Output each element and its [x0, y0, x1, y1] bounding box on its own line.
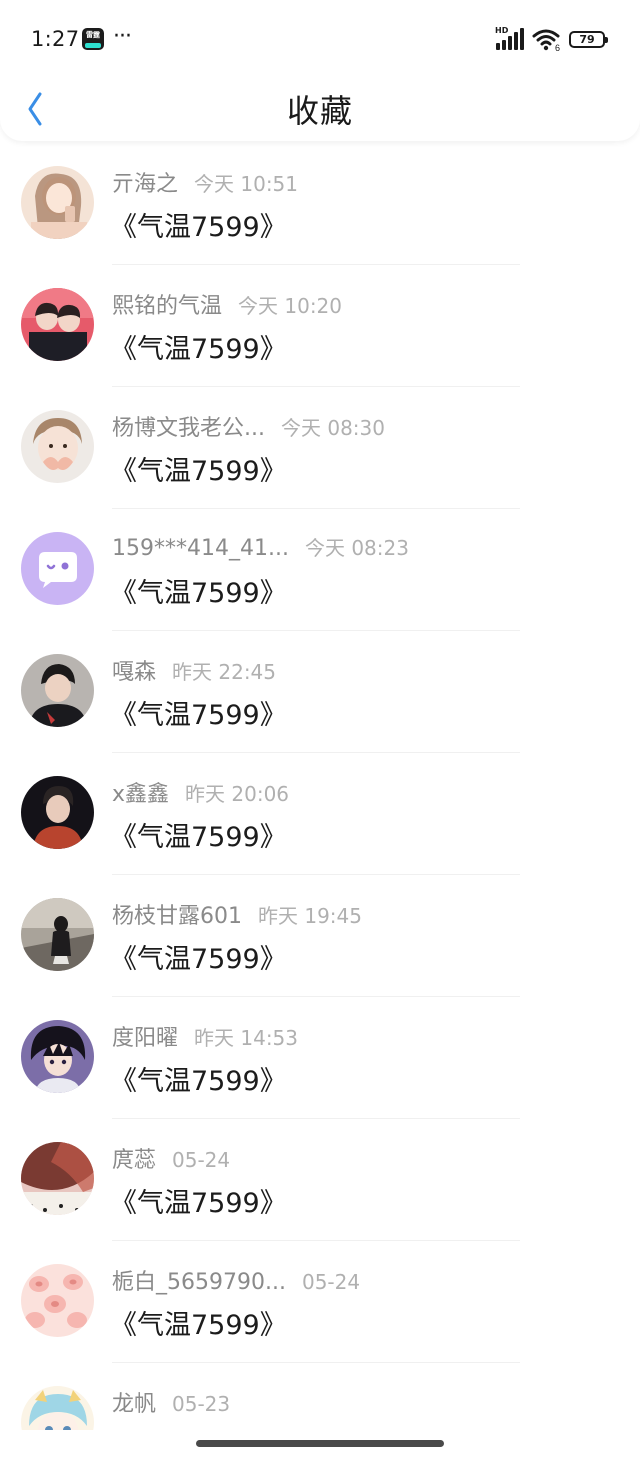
item-meta: 亓海之 今天 10:51	[112, 166, 299, 197]
avatar[interactable]	[21, 1264, 94, 1337]
list-item[interactable]: 杨博文我老公... 今天 08:30 《气温7599》	[0, 387, 640, 509]
post-time: 今天 08:23	[304, 536, 409, 560]
list-item[interactable]: 亓海之 今天 10:51 《气温7599》	[0, 143, 640, 265]
item-title[interactable]: 《气温7599》	[110, 1181, 287, 1220]
item-title[interactable]: 《气温7599》	[110, 327, 287, 366]
list-item[interactable]: 庹蕊 05-24 《气温7599》	[0, 1119, 640, 1241]
app-notification-icon: 雷霆	[82, 28, 104, 50]
post-time: 05-23	[172, 1392, 231, 1416]
user-name[interactable]: 嘎森	[112, 660, 156, 685]
battery-level: 79	[579, 33, 595, 46]
avatar[interactable]	[21, 166, 94, 239]
avatar[interactable]	[21, 1020, 94, 1093]
post-time: 昨天 19:45	[258, 904, 362, 928]
list-item[interactable]: 杨枝甘露601 昨天 19:45 《气温7599》	[0, 875, 640, 997]
post-time: 05-24	[172, 1148, 231, 1172]
list-item[interactable]: 度阳曜 昨天 14:53 《气温7599》	[0, 997, 640, 1119]
app-badge-label: 雷霆	[86, 31, 100, 39]
more-notifications-icon: ···	[113, 24, 132, 49]
battery-icon: 79	[569, 31, 608, 48]
post-time: 昨天 14:53	[194, 1026, 299, 1050]
post-time: 昨天 22:45	[172, 660, 277, 684]
user-name[interactable]: x鑫鑫	[112, 782, 169, 807]
item-title[interactable]: 《气温7599》	[110, 571, 287, 610]
post-time: 今天 10:51	[194, 172, 299, 196]
cellular-signal-icon: HD	[495, 26, 525, 50]
user-name[interactable]: 栀白_5659790...	[112, 1270, 286, 1295]
item-title[interactable]: 《气温7599》	[110, 937, 287, 976]
list-item[interactable]: 嘎森 昨天 22:45 《气温7599》	[0, 631, 640, 753]
signal-bar	[520, 28, 524, 50]
top-area: 1:27 雷霆 ··· HD 6 79 收藏	[0, 0, 640, 141]
screen: 1:27 雷霆 ··· HD 6 79 收藏 亓海之 今天 10:51 《气温7…	[0, 0, 640, 1458]
item-meta: 龙帆 05-23	[112, 1386, 231, 1417]
page-title: 收藏	[286, 92, 353, 130]
wifi-label: 6	[555, 43, 560, 52]
user-name[interactable]: 杨博文我老公...	[112, 416, 265, 441]
avatar[interactable]	[21, 288, 94, 361]
avatar[interactable]	[21, 410, 94, 483]
item-title[interactable]: 《气温7599》	[110, 693, 287, 732]
signal-bar	[502, 40, 506, 50]
item-meta: 杨博文我老公... 今天 08:30	[112, 410, 385, 441]
item-title[interactable]: 《气温7599》	[110, 815, 287, 854]
item-meta: 庹蕊 05-24	[112, 1142, 231, 1173]
list-item[interactable]: 栀白_5659790... 05-24 《气温7599》	[0, 1241, 640, 1363]
item-meta: 栀白_5659790... 05-24	[112, 1264, 361, 1295]
avatar[interactable]	[21, 776, 94, 849]
favorites-list: 亓海之 今天 10:51 《气温7599》 熙铭的气温 今天 10:20 《气温…	[0, 143, 640, 1458]
item-title[interactable]: 《气温7599》	[110, 1059, 287, 1098]
list-item[interactable]: x鑫鑫 昨天 20:06 《气温7599》	[0, 753, 640, 875]
post-time: 昨天 20:06	[185, 782, 290, 806]
signal-bar	[514, 32, 518, 50]
user-name[interactable]: 度阳曜	[112, 1026, 178, 1051]
status-time: 1:27	[31, 27, 80, 51]
list-item[interactable]: 159***414_41... 今天 08:23 《气温7599》	[0, 509, 640, 631]
item-meta: 熙铭的气温 今天 10:20	[112, 288, 343, 319]
post-time: 05-24	[301, 1270, 361, 1294]
user-name[interactable]: 亓海之	[112, 172, 178, 197]
item-meta: 嘎森 昨天 22:45	[112, 654, 277, 685]
item-title[interactable]: 《气温7599》	[110, 1303, 287, 1342]
item-meta: 159***414_41... 今天 08:23	[112, 532, 409, 562]
post-time: 今天 10:20	[238, 294, 343, 318]
user-name[interactable]: 杨枝甘露601	[112, 904, 242, 929]
home-indicator[interactable]	[196, 1440, 444, 1447]
signal-bar	[496, 43, 500, 50]
item-meta: x鑫鑫 昨天 20:06	[112, 776, 290, 807]
hd-label: HD	[495, 26, 509, 35]
signal-bar	[508, 36, 512, 50]
list-item[interactable]: 熙铭的气温 今天 10:20 《气温7599》	[0, 265, 640, 387]
app-badge-accent	[85, 43, 101, 48]
item-title[interactable]: 《气温7599》	[110, 449, 287, 488]
user-name[interactable]: 庹蕊	[112, 1148, 156, 1173]
wifi-icon: 6	[532, 28, 562, 53]
status-bar: 1:27 雷霆 ··· HD 6 79	[0, 0, 640, 80]
default-avatar[interactable]	[21, 532, 94, 605]
item-meta: 度阳曜 昨天 14:53	[112, 1020, 299, 1051]
nav-bar: 收藏	[0, 80, 640, 138]
item-title[interactable]: 《气温7599》	[110, 205, 287, 244]
user-name[interactable]: 龙帆	[112, 1392, 156, 1417]
user-name[interactable]: 159***414_41...	[112, 536, 289, 561]
avatar[interactable]	[21, 654, 94, 727]
avatar[interactable]	[21, 1142, 94, 1215]
post-time: 今天 08:30	[280, 416, 385, 440]
user-name[interactable]: 熙铭的气温	[112, 294, 222, 319]
avatar[interactable]	[21, 898, 94, 971]
item-meta: 杨枝甘露601 昨天 19:45	[112, 898, 362, 929]
